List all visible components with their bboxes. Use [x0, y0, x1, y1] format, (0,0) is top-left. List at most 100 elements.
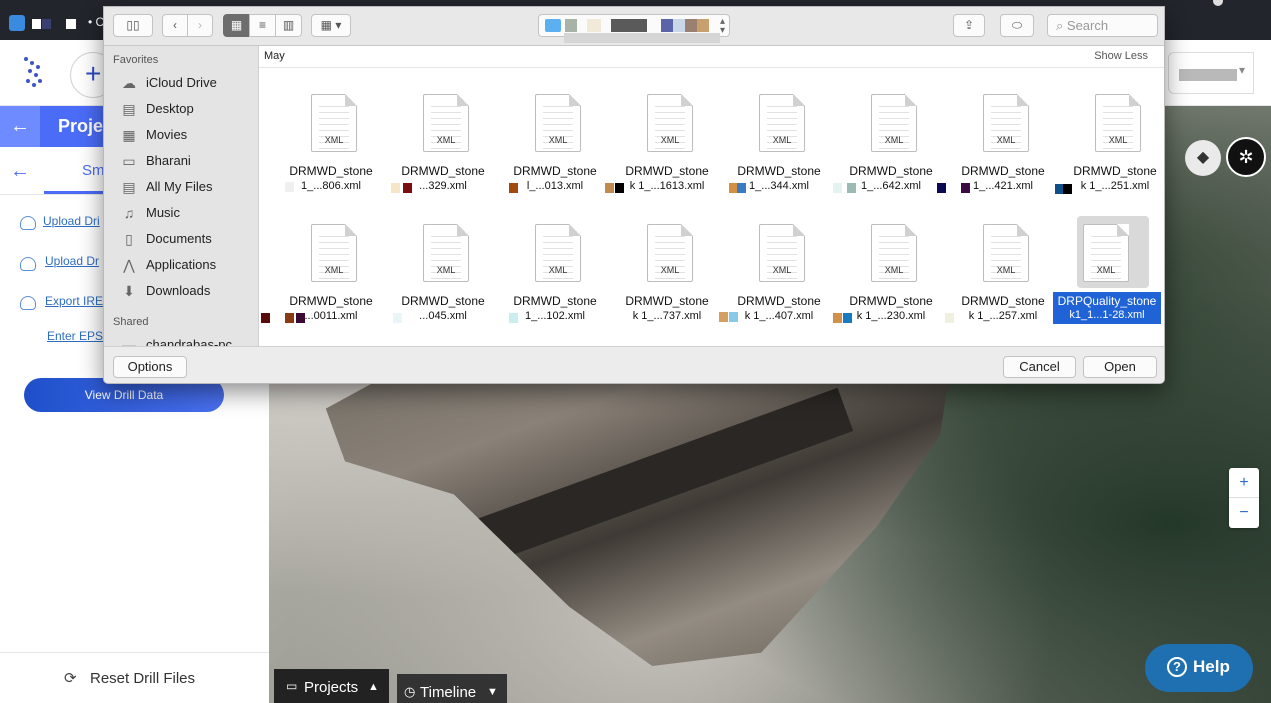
help-button[interactable]: ? Help — [1145, 644, 1253, 692]
file-item[interactable]: XML DRMWD_stone ...329.xml — [387, 92, 499, 212]
window-control[interactable] — [1213, 0, 1223, 6]
export-ire-link[interactable]: Export IRE — [45, 294, 103, 308]
sidebar-item-applications[interactable]: ⋀ Applications — [119, 254, 255, 276]
xml-file-icon: XML — [535, 94, 581, 152]
app-icon[interactable] — [9, 15, 25, 31]
tab-icon — [32, 19, 41, 29]
file-item[interactable]: XML DRMWD_stone k 1_...257.xml — [945, 222, 1059, 342]
redaction — [737, 183, 746, 193]
file-name: DRMWD_stone — [961, 294, 1045, 308]
file-item[interactable]: XML DRMWD_stone 1_...344.xml — [723, 92, 835, 212]
file-item[interactable]: XML DRMWD_stone 1_...102.xml — [499, 222, 611, 342]
icon-view-button[interactable]: ▦ — [223, 14, 250, 37]
search-icon: ⌕ — [1056, 18, 1064, 33]
timeline-tab-label: Timeline — [420, 684, 477, 701]
sidebar-item-documents[interactable]: ▯ Documents — [119, 228, 255, 250]
sidebar-item-label: All My Files — [146, 179, 213, 194]
redaction — [393, 313, 402, 323]
timeline-tab[interactable]: ◷ Timeline ▼ — [397, 674, 507, 703]
back-arrow-icon[interactable]: ← — [0, 106, 40, 147]
file-item[interactable]: XML DRMWD_stone ...045.xml — [387, 222, 499, 342]
layers-icon[interactable]: ◆ — [1185, 140, 1221, 176]
sidebar-item-music[interactable]: ♫ Music — [119, 202, 255, 224]
tab-sm[interactable]: Sm — [82, 162, 105, 179]
finder-sidebar: Favorites ☁ iCloud Drive ▤ Desktop ▦ Mov… — [104, 46, 259, 346]
sidebar-item-movies[interactable]: ▦ Movies — [119, 124, 255, 146]
file-name: DRMWD_stone — [289, 294, 373, 308]
user-menu[interactable]: ▾ — [1168, 52, 1254, 94]
file-item[interactable]: XML DRMWD_stone k 1_...1613.xml — [605, 92, 723, 212]
show-less-button[interactable]: Show Less — [1094, 50, 1148, 62]
sidebar-item-downloads[interactable]: ⬇ Downloads — [119, 280, 255, 302]
cancel-button[interactable]: Cancel — [1003, 356, 1076, 378]
browser-tab-title[interactable]: • C — [88, 15, 104, 29]
open-button[interactable]: Open — [1083, 356, 1157, 378]
chevron-down-icon: ▼ — [487, 686, 498, 698]
sidebar-item-label: Bharani — [146, 153, 191, 168]
file-item[interactable]: XML DRMWD_stone l_...013.xml — [499, 92, 611, 212]
file-name: DRPQuality_stone — [1053, 292, 1161, 309]
redaction — [285, 182, 294, 192]
sidebar-item-desktop[interactable]: ▤ Desktop — [119, 98, 255, 120]
sidebar-item-chandrabas-pc[interactable]: ▬ chandrabas-pc — [119, 334, 255, 346]
arrange-button[interactable]: ▦ ▾ — [311, 14, 351, 37]
list-view-button[interactable]: ≡ — [249, 14, 276, 37]
file-name-ext: k 1_...407.xml — [744, 310, 814, 322]
projects-tab-label: Projects — [304, 679, 359, 696]
tab-icon — [66, 19, 76, 29]
back-arrow-icon[interactable]: ← — [10, 160, 30, 183]
file-item[interactable]: XML DRMWD_stone k 1_...251.xml — [1055, 92, 1164, 212]
file-item[interactable]: XML DRMWD_stone 1_...806.xml — [275, 92, 387, 212]
file-name: DRMWD_stone — [401, 164, 485, 178]
enter-eps-link[interactable]: Enter EPS — [47, 329, 103, 343]
file-name: DRMWD_stone — [737, 164, 821, 178]
file-item[interactable]: XML DRMWD_stone ...0011.xml — [261, 222, 387, 342]
path-redacted — [587, 19, 601, 32]
file-item[interactable]: XML DRMWD_stone 1_...642.xml — [833, 92, 947, 212]
file-item[interactable]: XML DRMWD_stone k 1_...737.xml — [611, 222, 723, 342]
zoom-out-button[interactable]: − — [1229, 498, 1259, 528]
column-view-button[interactable]: ▥ — [275, 14, 302, 37]
path-redacted — [661, 19, 673, 32]
projects-tab[interactable]: ▭ Projects ▲ — [274, 669, 389, 703]
upload-icon — [20, 257, 36, 271]
file-name-ext: k 1_...1613.xml — [629, 180, 705, 192]
reset-drill-files-button[interactable]: ⟳ Reset Drill Files — [0, 652, 269, 703]
upload-drill-link-2[interactable]: Upload Dr — [45, 254, 99, 268]
file-item[interactable]: XML DRMWD_stone k 1_...407.xml — [719, 222, 835, 342]
sidebar-toggle-icon[interactable]: ▯▯ — [113, 14, 153, 37]
compass-icon[interactable]: ✲ — [1226, 137, 1266, 177]
redaction — [403, 183, 412, 193]
file-name: DRMWD_stone — [625, 294, 709, 308]
file-item-selected[interactable]: XML DRPQuality_stone k1_1...1-28.xml — [1047, 216, 1161, 342]
sidebar-item-icloud-drive[interactable]: ☁ iCloud Drive — [119, 72, 255, 94]
sidebar-item-bharani[interactable]: ▭ Bharani — [119, 150, 255, 172]
redaction — [605, 183, 614, 193]
zoom-in-button[interactable]: + — [1229, 468, 1259, 498]
redaction — [719, 312, 728, 322]
file-item[interactable]: XML DRMWD_stone 1_...421.xml — [937, 92, 1059, 212]
xml-file-icon: XML — [311, 224, 357, 282]
applications-icon: ⋀ — [123, 257, 135, 273]
dialog-toolbar: ▯▯ ‹ › ▦ ≡ ▥ ▦ ▾ ▴ ▾ ⇪ ⬭ ⌕ Search — [104, 7, 1164, 46]
options-button[interactable]: Options — [113, 356, 187, 378]
file-item[interactable]: XML DRMWD_stone k 1_...230.xml — [833, 222, 947, 342]
downloads-icon: ⬇ — [123, 283, 135, 299]
sidebar-item-label: iCloud Drive — [146, 75, 217, 90]
sidebar-item-label: Documents — [146, 231, 212, 246]
back-button[interactable]: ‹ — [162, 14, 188, 37]
forward-button[interactable]: › — [187, 14, 213, 37]
file-name-ext: k 1_...737.xml — [632, 310, 702, 322]
search-input[interactable]: ⌕ Search — [1047, 14, 1158, 37]
file-name: DRMWD_stone — [513, 164, 597, 178]
upload-drill-link[interactable]: Upload Dri — [43, 214, 100, 228]
sidebar-item-all-my-files[interactable]: ▤ All My Files — [119, 176, 255, 198]
movies-icon: ▦ — [122, 127, 136, 143]
clock-icon: ◷ — [404, 684, 416, 699]
tag-icon[interactable]: ⬭ — [1000, 14, 1034, 37]
sidebar-item-label: Movies — [146, 127, 188, 142]
app-logo[interactable] — [24, 55, 48, 89]
sidebar-item-label: chandrabas-pc — [146, 337, 232, 346]
share-icon[interactable]: ⇪ — [953, 14, 985, 37]
reset-label: Reset Drill Files — [90, 670, 196, 687]
